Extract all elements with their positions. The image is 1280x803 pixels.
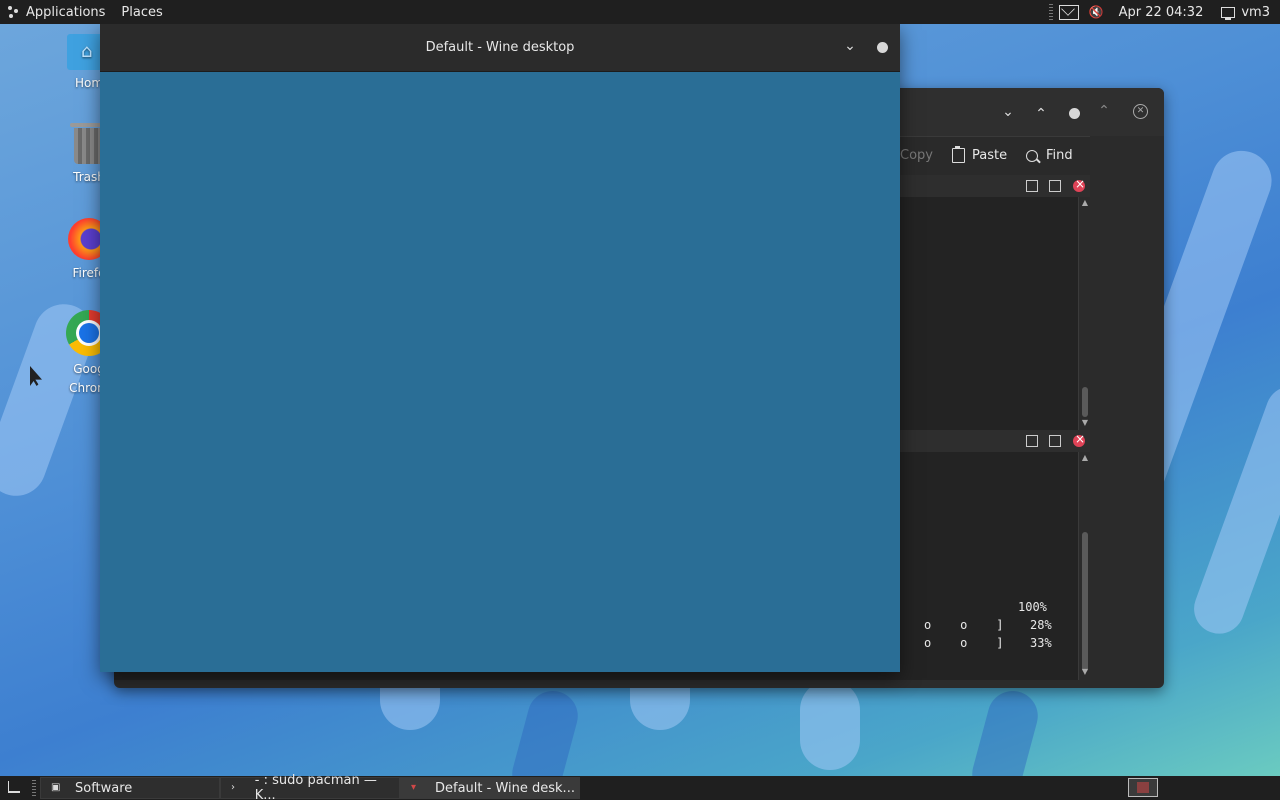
copy-label: Copy [900, 148, 933, 163]
search-icon [1026, 149, 1038, 162]
task-software[interactable]: ▣ Software [40, 777, 220, 799]
top-panel: Applications Places 🔇 Apr 22 04:32 vm3 [0, 0, 1280, 24]
terminal-line-pct: 100% [1018, 600, 1047, 614]
panel-separator [1048, 4, 1053, 20]
task-terminal[interactable]: › - : sudo pacman — K... [220, 773, 400, 803]
close-split-icon[interactable] [1073, 432, 1085, 447]
new-tab-icon[interactable] [1049, 180, 1061, 192]
volume-muted-icon[interactable]: 🔇 [1089, 5, 1104, 19]
wine-desktop-area[interactable] [100, 72, 900, 672]
chevron-up-icon[interactable]: ⌃ [1033, 106, 1049, 122]
wine-icon: ▾ [411, 782, 417, 793]
terminal-line-cols: o o ] [924, 636, 1004, 650]
scroll-down-icon[interactable]: ▼ [1080, 668, 1090, 676]
new-tab-icon[interactable] [1049, 435, 1061, 447]
find-button[interactable]: Find [1026, 148, 1073, 163]
places-label: Places [121, 4, 163, 20]
scrollbar[interactable]: ▲ ▼ [1078, 452, 1091, 680]
task-label: Default - Wine desk... [435, 780, 575, 796]
scroll-up-icon[interactable]: ▲ [1080, 199, 1090, 207]
workspace-switcher-icon[interactable] [1128, 778, 1158, 797]
maximize-button[interactable] [1069, 108, 1080, 119]
window-title: Default - Wine desktop [425, 40, 575, 55]
monitor-icon[interactable] [1221, 6, 1236, 20]
chevron-down-icon[interactable]: ⌄ [1000, 104, 1016, 120]
terminal-line-cols: o o ] [924, 618, 1004, 632]
applications-icon [6, 5, 20, 19]
find-label: Find [1046, 148, 1073, 163]
scroll-up-icon[interactable]: ▲ [1080, 454, 1090, 462]
places-menu[interactable]: Places [115, 0, 168, 24]
show-desktop-icon[interactable] [8, 781, 20, 793]
expand-icon[interactable] [1026, 180, 1038, 192]
copy-button[interactable]: Copy [900, 148, 933, 163]
wine-desktop-window[interactable]: Default - Wine desktop ⌄ [100, 24, 900, 672]
system-tray: 🔇 Apr 22 04:32 vm3 [1043, 0, 1280, 24]
close-split-icon[interactable] [1073, 177, 1085, 192]
terminal-line-pct: 33% [1030, 636, 1052, 650]
paste-icon [952, 146, 965, 163]
applications-menu[interactable]: Applications [0, 0, 111, 24]
task-label: Software [75, 780, 133, 796]
clock[interactable]: Apr 22 04:32 [1119, 5, 1204, 20]
expand-icon[interactable] [1026, 435, 1038, 447]
scrollbar-thumb[interactable] [1082, 532, 1088, 672]
maximize-button[interactable] [877, 42, 888, 53]
paste-label: Paste [972, 148, 1008, 163]
task-wine[interactable]: ▾ Default - Wine desk... [400, 777, 580, 799]
panel-separator [32, 780, 36, 796]
chevron-up-icon[interactable]: ⌃ [1096, 103, 1112, 119]
scrollbar-thumb[interactable] [1082, 387, 1088, 417]
applications-label: Applications [26, 4, 106, 20]
scrollbar[interactable]: ▲ ▼ [1078, 197, 1091, 430]
task-label: - : sudo pacman — K... [254, 773, 377, 803]
mail-icon[interactable] [1058, 4, 1079, 20]
terminal-icon: › [231, 782, 235, 793]
chevron-down-icon[interactable]: ⌄ [842, 38, 858, 54]
wallpaper-stripe [1187, 379, 1280, 641]
wine-titlebar[interactable]: Default - Wine desktop ⌄ [100, 24, 900, 72]
paste-button[interactable]: Paste [952, 146, 1008, 163]
software-icon: ▣ [51, 782, 61, 793]
user-menu[interactable]: vm3 [1241, 5, 1270, 20]
scroll-down-icon[interactable]: ▼ [1080, 419, 1090, 427]
wallpaper-stripe [800, 680, 860, 770]
taskbar: ▣ Software › - : sudo pacman — K... ▾ Defau… [0, 773, 1280, 803]
terminal-line-pct: 28% [1030, 618, 1052, 632]
close-button[interactable]: ✕ [1133, 104, 1148, 119]
